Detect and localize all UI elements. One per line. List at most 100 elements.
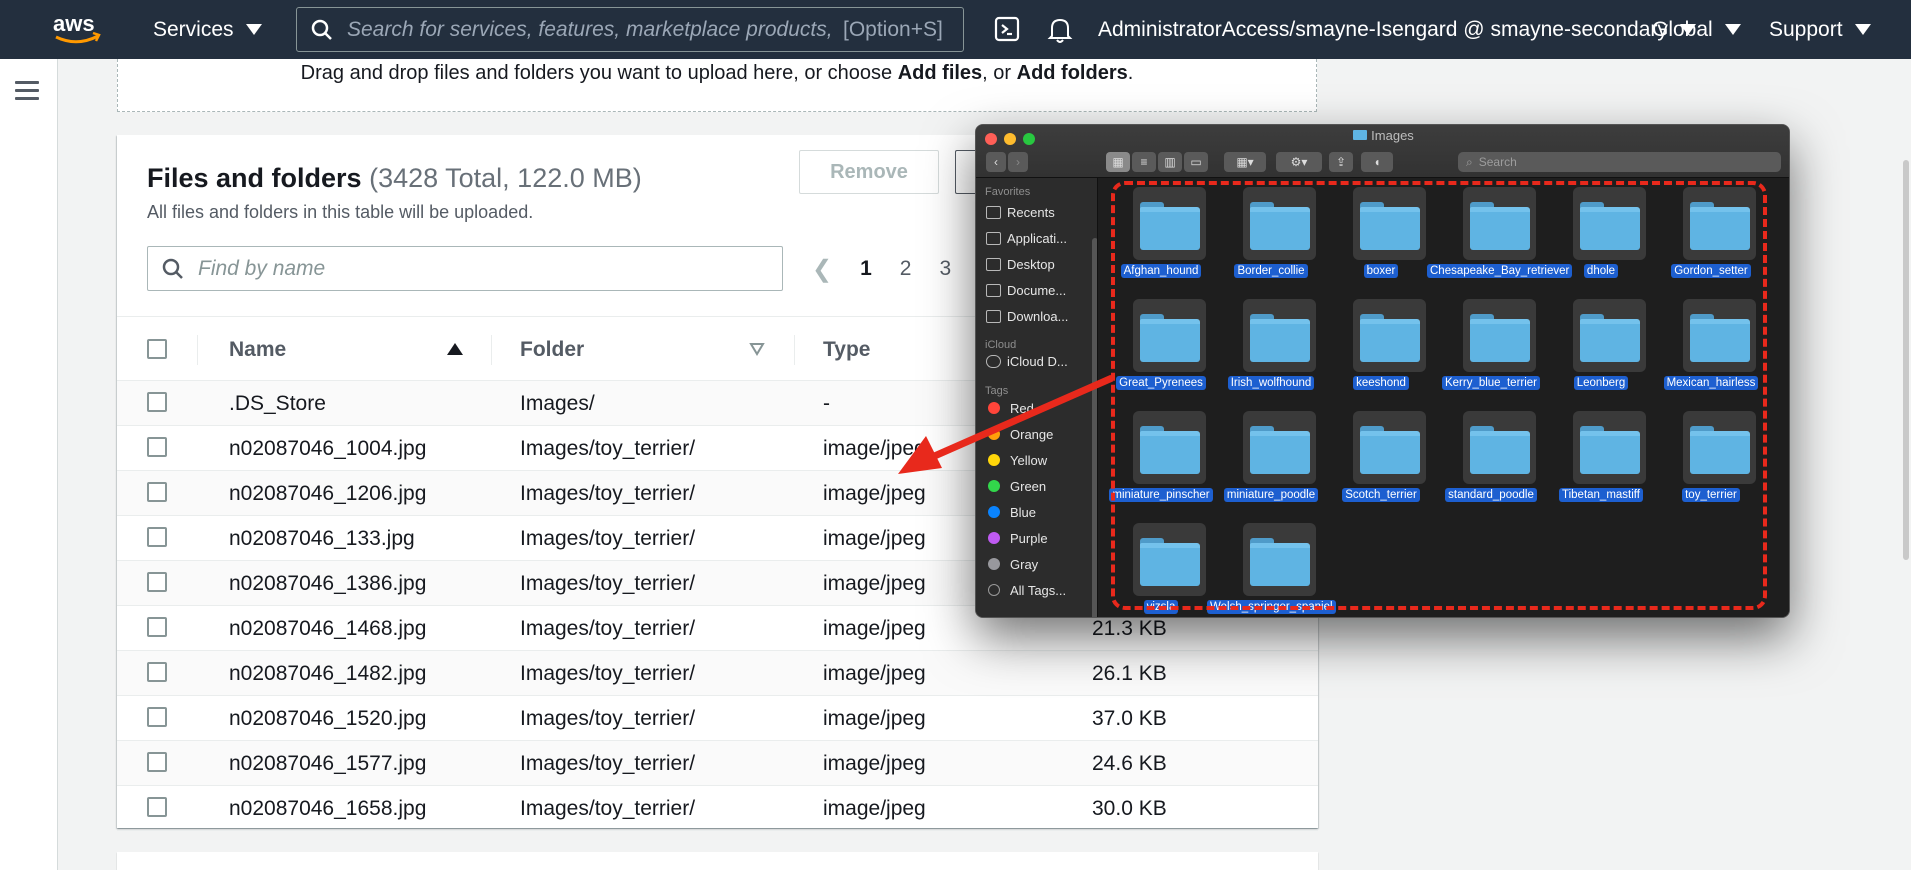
tag-icon[interactable]: ◖	[1361, 152, 1393, 172]
cloudshell-icon[interactable]	[994, 16, 1020, 42]
row-checkbox[interactable]	[147, 662, 167, 682]
folder-icon	[1353, 130, 1368, 140]
sidebar-item-label: Docume...	[1007, 282, 1067, 298]
page-1-button[interactable]: 1	[860, 257, 872, 281]
finder-search-placeholder: Search	[1478, 155, 1517, 169]
search-icon	[162, 258, 183, 279]
page-3-button[interactable]: 3	[939, 257, 951, 281]
row-checkbox[interactable]	[147, 797, 167, 817]
type-cell: image/jpeg	[823, 796, 926, 820]
folder-cell: Images/toy_terrier/	[520, 751, 696, 775]
row-checkbox[interactable]	[147, 527, 167, 547]
sidebar-item-favorite[interactable]: Recents	[986, 202, 1055, 222]
support-label: Support	[1769, 17, 1843, 41]
row-checkbox[interactable]	[147, 482, 167, 502]
aws-logo[interactable]: aws	[52, 11, 102, 47]
sort-unsorted-icon[interactable]	[749, 342, 765, 356]
row-checkbox[interactable]	[147, 617, 167, 637]
page-2-button[interactable]: 2	[900, 257, 912, 281]
search-icon: ⌕	[1466, 154, 1473, 169]
account-menu[interactable]: AdministratorAccess/smayne-Isengard @ sm…	[1098, 0, 1696, 59]
row-checkbox[interactable]	[147, 572, 167, 592]
finder-search-input[interactable]: ⌕ Search	[1458, 152, 1781, 172]
sort-ascending-icon[interactable]	[446, 342, 464, 356]
page-scrollbar-thumb[interactable]	[1903, 160, 1909, 560]
panel-title: Files and folders (3428 Total, 122.0 MB)	[147, 163, 642, 194]
icloud-header: iCloud	[985, 339, 1017, 351]
sidebar-item-label: Applicati...	[1007, 230, 1067, 246]
annotation-arrow-icon	[898, 374, 1114, 474]
row-checkbox[interactable]	[147, 437, 167, 457]
search-placeholder: Search for services, features, marketpla…	[347, 17, 837, 41]
gallery-view-icon[interactable]: ▭	[1184, 152, 1208, 172]
row-checkbox[interactable]	[147, 752, 167, 772]
caret-down-icon	[1724, 24, 1741, 35]
region-menu[interactable]: Global	[1652, 0, 1741, 59]
download-icon	[986, 309, 1001, 323]
folder-cell: Images/toy_terrier/	[520, 526, 696, 550]
remove-button[interactable]: Remove	[799, 150, 939, 194]
services-menu[interactable]: Services	[153, 0, 262, 59]
action-gear-icon[interactable]: ⚙▾	[1276, 152, 1322, 172]
find-placeholder: Find by name	[198, 256, 326, 280]
sidebar-item-label: iCloud D...	[1007, 353, 1068, 369]
sidebar-item-tag[interactable]: Gray	[986, 554, 1038, 574]
annotation-dashed-highlight	[1111, 181, 1767, 610]
panel-description: All files and folders in this table will…	[147, 202, 534, 222]
sidebar-item-favorite[interactable]: Desktop	[986, 254, 1055, 274]
sidebar-item-tag[interactable]: Purple	[986, 528, 1048, 548]
notifications-bell-icon[interactable]	[1047, 16, 1073, 44]
add-folders-link[interactable]: Add folders	[1017, 62, 1128, 84]
size-cell: 37.0 KB	[1092, 706, 1167, 730]
sidebar-item-label: Green	[1010, 478, 1047, 494]
table-row[interactable]: n02087046_1658.jpg Images/toy_terrier/ima…	[117, 786, 1318, 831]
folder-cell: Images/toy_terrier/	[520, 481, 696, 505]
menu-hamburger-icon[interactable]	[15, 81, 39, 101]
forward-button[interactable]: ›	[1008, 152, 1028, 172]
size-cell: 26.1 KB	[1092, 661, 1167, 685]
sidebar-item-favorite[interactable]: Docume...	[986, 280, 1066, 300]
table-row[interactable]: n02087046_1482.jpg Images/toy_terrier/ima…	[117, 651, 1318, 696]
tag-color-dot-icon	[988, 480, 1000, 492]
applications-icon	[986, 231, 1001, 245]
type-cell: image/jpeg	[823, 661, 926, 685]
finder-title: Images	[976, 128, 1789, 143]
services-label: Services	[153, 17, 234, 41]
icon-view-icon[interactable]: ▦	[1106, 152, 1130, 172]
sidebar-item-label: Purple	[1010, 530, 1048, 546]
folder-cell: Images/toy_terrier/	[520, 661, 696, 685]
sidebar-item-tag[interactable]: Blue	[986, 502, 1036, 522]
find-by-name-input[interactable]: Find by name	[147, 246, 783, 291]
sidebar-item-tag[interactable]: All Tags...	[986, 580, 1066, 600]
upload-drop-zone[interactable]: Drag and drop files and folders you want…	[117, 59, 1317, 112]
sidebar-item-favorite[interactable]: Applicati...	[986, 228, 1067, 248]
panel-title-text: Files and folders	[147, 163, 362, 193]
column-header-name[interactable]: Name	[229, 317, 286, 382]
table-row[interactable]: n02087046_1577.jpg Images/toy_terrier/ima…	[117, 741, 1318, 786]
list-view-icon[interactable]: ≡	[1132, 152, 1156, 172]
sidebar-item-favorite[interactable]: Downloa...	[986, 306, 1068, 326]
select-all-checkbox[interactable]	[147, 339, 167, 359]
row-checkbox[interactable]	[147, 392, 167, 412]
sidebar-item-icloud-drive[interactable]: iCloud D...	[986, 351, 1068, 371]
folder-cell: Images/toy_terrier/	[520, 796, 696, 820]
previous-page-icon[interactable]: ❮	[812, 255, 832, 284]
tag-color-dot-icon	[988, 558, 1000, 570]
sidebar-item-label: All Tags...	[1010, 582, 1067, 598]
share-icon[interactable]: ⇪	[1329, 152, 1353, 172]
row-checkbox[interactable]	[147, 707, 167, 727]
sidebar-item-label: Blue	[1010, 504, 1037, 520]
sidebar-item-label: Desktop	[1007, 256, 1055, 272]
column-view-icon[interactable]: ▥	[1158, 152, 1182, 172]
column-header-folder[interactable]: Folder	[520, 317, 584, 382]
support-menu[interactable]: Support	[1769, 0, 1871, 59]
add-files-link[interactable]: Add files	[898, 62, 982, 84]
table-row[interactable]: n02087046_1520.jpg Images/toy_terrier/ima…	[117, 696, 1318, 741]
file-name-cell: n02087046_1577.jpg	[229, 751, 427, 775]
global-search-input[interactable]: Search for services, features, marketpla…	[296, 7, 964, 52]
group-by-icon[interactable]: ▦▾	[1224, 152, 1266, 172]
column-header-type[interactable]: Type	[823, 317, 870, 382]
back-button[interactable]: ‹	[986, 152, 1006, 172]
file-name-cell: n02087046_1206.jpg	[229, 481, 427, 505]
folder-cell: Images/toy_terrier/	[520, 616, 696, 640]
